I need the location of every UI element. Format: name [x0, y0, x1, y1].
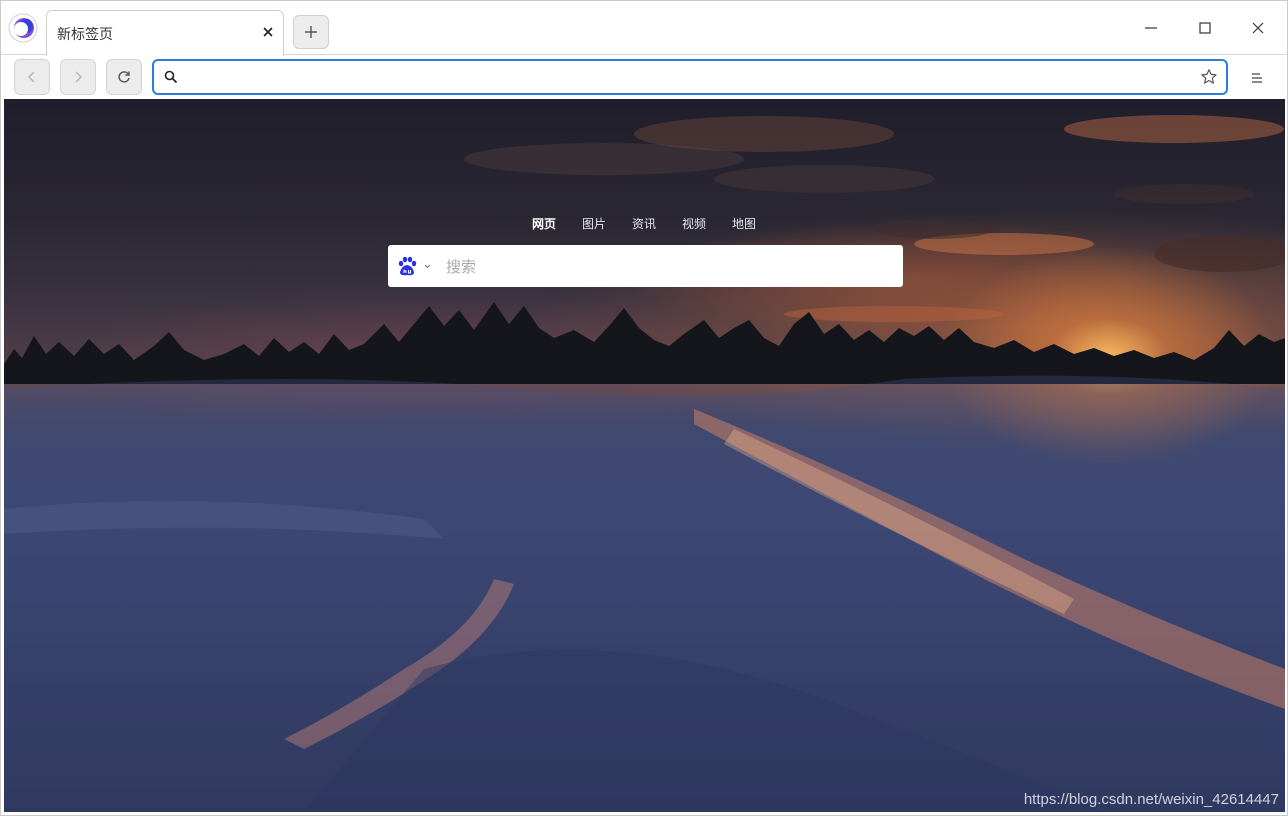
close-window-button[interactable] — [1245, 15, 1271, 41]
close-icon — [1252, 22, 1264, 34]
main-menu-button[interactable] — [1246, 67, 1268, 89]
address-input[interactable] — [186, 65, 1190, 91]
watermark-url: https://blog.csdn.net/weixin_42614447 — [1023, 791, 1279, 808]
reload-button[interactable] — [106, 59, 142, 95]
plus-icon — [305, 26, 317, 38]
maximize-button[interactable] — [1192, 15, 1218, 41]
search-tab-videos[interactable]: 视频 — [669, 215, 719, 235]
baidu-paw-icon — [398, 256, 417, 276]
search-tab-news[interactable]: 资讯 — [619, 215, 669, 235]
chevron-down-icon — [424, 264, 431, 268]
tab-title: 新标签页 — [57, 27, 113, 43]
search-icon — [164, 70, 178, 84]
close-icon[interactable] — [261, 25, 275, 39]
back-button[interactable] — [14, 59, 50, 95]
minimize-icon — [1145, 27, 1157, 29]
maximize-icon — [1199, 22, 1211, 34]
browser-window: 新标签页 网页 图片 资讯 视频 地图 搜索 https://blog.csdn… — [0, 0, 1288, 816]
search-tab-maps[interactable]: 地图 — [719, 215, 769, 235]
address-bar[interactable] — [152, 59, 1228, 95]
search-category-tabs: 网页 图片 资讯 视频 地图 — [384, 215, 904, 235]
minimize-button[interactable] — [1138, 15, 1164, 41]
star-icon[interactable] — [1200, 68, 1218, 86]
search-tab-web[interactable]: 网页 — [519, 215, 569, 235]
browser-logo-icon — [8, 13, 38, 43]
chevron-right-icon — [75, 71, 83, 83]
tab-new-tab[interactable]: 新标签页 — [46, 10, 284, 56]
search-engine-picker[interactable] — [396, 255, 436, 277]
new-tab-page: 网页 图片 资讯 视频 地图 https: — [4, 99, 1285, 812]
navigation-toolbar — [1, 55, 1287, 99]
menu-icon — [1252, 73, 1262, 83]
reload-icon — [118, 71, 130, 83]
chevron-left-icon — [27, 71, 35, 83]
new-tab-button[interactable] — [293, 15, 329, 49]
background-snow — [4, 375, 1285, 812]
search-input[interactable] — [444, 255, 888, 279]
title-bar: 新标签页 — [1, 1, 1287, 56]
search-box — [388, 245, 903, 287]
forward-button[interactable] — [60, 59, 96, 95]
search-tab-images[interactable]: 图片 — [569, 215, 619, 235]
